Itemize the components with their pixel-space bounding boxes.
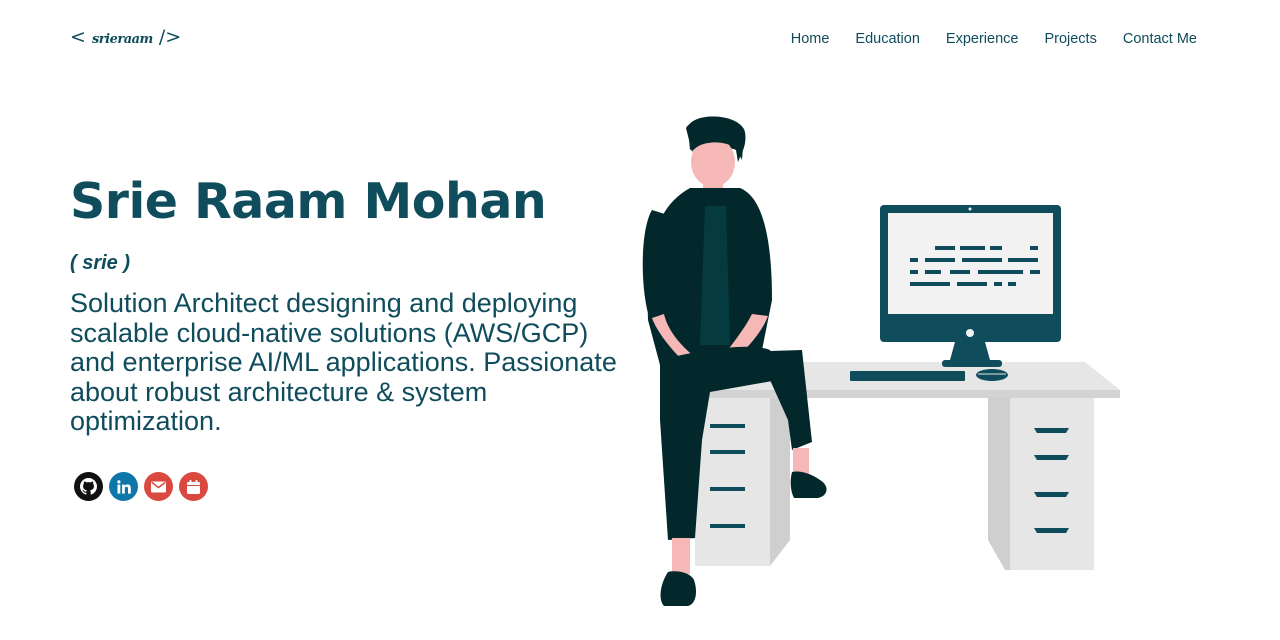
site-header: < srieraam /> Home Education Experience … (0, 0, 1280, 80)
nav-home[interactable]: Home (791, 31, 830, 47)
calendar-icon (187, 479, 200, 494)
intro-section: Srie Raam Mohan ( srie ) Solution Archit… (70, 170, 640, 437)
main-nav: Home Education Experience Projects Conta… (791, 31, 1197, 47)
logo-open-bracket: < (70, 26, 86, 48)
nav-education[interactable]: Education (855, 31, 920, 47)
keyboard (850, 371, 965, 381)
github-link[interactable] (74, 472, 103, 501)
github-icon (80, 478, 97, 495)
desk (695, 362, 1120, 570)
profile-nickname: ( srie ) (70, 252, 131, 274)
nav-projects[interactable]: Projects (1044, 31, 1096, 47)
nav-experience[interactable]: Experience (946, 31, 1019, 47)
monitor (880, 205, 1061, 367)
developer-desk-illustration (642, 116, 1120, 606)
email-link[interactable] (144, 472, 173, 501)
profile-bio: Solution Architect designing and deployi… (70, 288, 617, 436)
mouse (976, 369, 1008, 381)
linkedin-link[interactable] (109, 472, 138, 501)
social-links (74, 472, 208, 501)
site-logo[interactable]: < srieraam /> (70, 26, 181, 48)
logo-close-bracket: /> (158, 26, 182, 48)
linkedin-icon (116, 479, 131, 494)
calendar-link[interactable] (179, 472, 208, 501)
logo-signature: srieraam (91, 32, 153, 47)
profile-name: Srie Raam Mohan (70, 173, 547, 230)
mail-icon (151, 481, 166, 492)
nav-contact-me[interactable]: Contact Me (1123, 31, 1197, 47)
